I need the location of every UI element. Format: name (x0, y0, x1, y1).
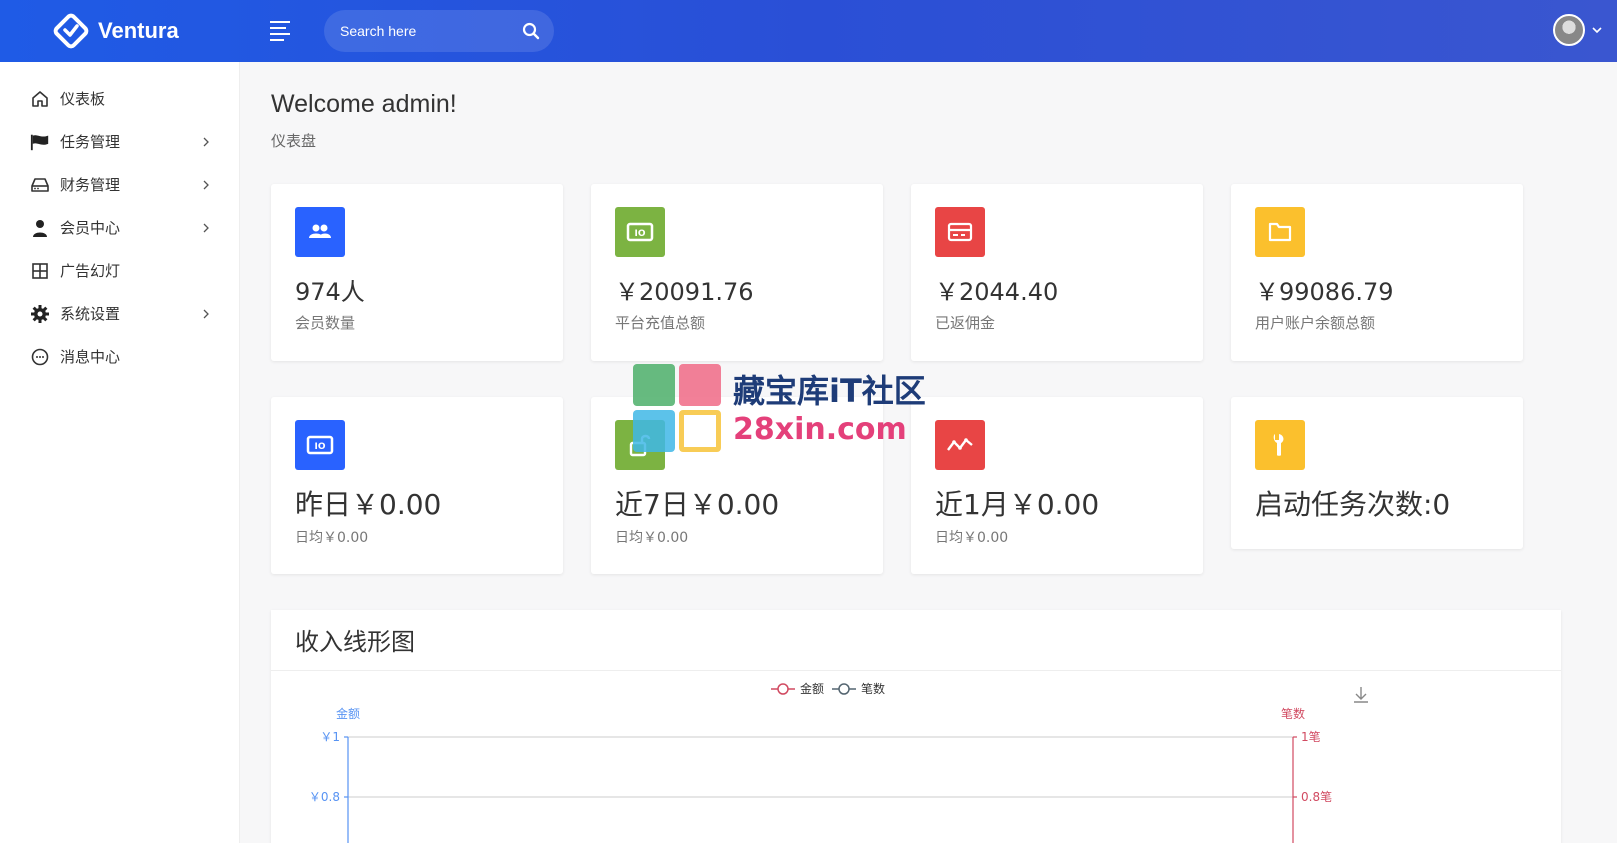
y-tick-label: ￥1 (320, 730, 340, 744)
unlock-icon (615, 420, 665, 470)
gear-icon (30, 304, 50, 324)
period-card-7days: 近7日￥0.00 日均￥0.00 (591, 397, 883, 574)
chevron-right-icon (203, 137, 209, 146)
svg-text:IO: IO (635, 229, 646, 239)
menu-toggle-icon[interactable] (270, 19, 294, 43)
stat-value: ￥99086.79 (1255, 278, 1394, 306)
grid-icon (30, 261, 50, 281)
sidebar-item-messages[interactable]: 消息中心 (0, 335, 239, 378)
flag-icon (30, 132, 50, 152)
period-sub: 日均￥0.00 (935, 530, 1009, 546)
y-tick-label: 1笔 (1301, 729, 1321, 744)
sidebar-item-label: 仪表板 (60, 90, 106, 108)
avatar[interactable] (1553, 14, 1585, 46)
stat-label: 平台充值总额 (615, 314, 706, 332)
sidebar-item-label: 财务管理 (60, 176, 121, 194)
period-card-month: 近1月￥0.00 日均￥0.00 (911, 397, 1203, 574)
stat-value: 974人 (295, 278, 365, 306)
page-title: Welcome admin! (271, 90, 457, 118)
sidebar-item-tasks[interactable]: 任务管理 (0, 120, 239, 163)
sidebar-item-label: 任务管理 (60, 133, 121, 151)
sidebar-item-ads[interactable]: 广告幻灯 (0, 249, 239, 292)
card-icon (935, 207, 985, 257)
period-value: 近7日￥0.00 (615, 488, 780, 521)
y-axis-left-name: 金额 (336, 706, 360, 721)
sidebar-item-settings[interactable]: 系统设置 (0, 292, 239, 335)
sidebar-item-label: 系统设置 (60, 305, 121, 323)
wrench-icon (1255, 420, 1305, 470)
stat-card-recharge: IO ￥20091.76 平台充值总额 (591, 184, 883, 361)
legend-label: 笔数 (861, 681, 885, 696)
y-axis-right-name: 笔数 (1281, 706, 1305, 721)
chevron-right-icon (203, 223, 209, 232)
sidebar-item-dashboard[interactable]: 仪表板 (0, 77, 239, 120)
top-header: Ventura (0, 0, 1617, 62)
period-value: 昨日￥0.00 (295, 488, 442, 521)
period-value: 启动任务次数:0 (1255, 488, 1451, 521)
sidebar-item-label: 广告幻灯 (60, 262, 121, 280)
home-icon (30, 89, 50, 109)
period-sub: 日均￥0.00 (295, 530, 369, 546)
chevron-right-icon (203, 309, 209, 318)
main-content: Welcome admin! 仪表盘 974人 会员数量 IO ￥20091.7… (240, 62, 1617, 843)
sidebar-item-finance[interactable]: 财务管理 (0, 163, 239, 206)
stat-label: 用户账户余额总额 (1255, 314, 1376, 332)
users-icon (295, 207, 345, 257)
period-card-yesterday: IO 昨日￥0.00 日均￥0.00 (271, 397, 563, 574)
breadcrumb: 仪表盘 (271, 132, 317, 150)
stat-card-balance: ￥99086.79 用户账户余额总额 (1231, 184, 1523, 361)
brand-name: Ventura (98, 18, 179, 43)
search-box (324, 10, 554, 52)
sidebar-item-members[interactable]: 会员中心 (0, 206, 239, 249)
period-sub: 日均￥0.00 (615, 530, 689, 546)
chevron-right-icon (203, 180, 209, 189)
sidebar-item-label: 会员中心 (60, 219, 121, 237)
user-icon (30, 218, 50, 238)
logo-icon (52, 12, 90, 50)
stat-card-members: 974人 会员数量 (271, 184, 563, 361)
stat-card-commission: ￥2044.40 已返佣金 (911, 184, 1203, 361)
sidebar: 仪表板 任务管理 财务管理 会员中心 广告幻灯 系统设置 消息中心 (0, 62, 240, 843)
money-icon: IO (615, 207, 665, 257)
legend-item-count[interactable]: 笔数 (832, 681, 885, 696)
income-chart-card: 收入线形图 金额 笔数 金额 笔数 ￥1 ￥0.8 1笔 0.8笔 (271, 610, 1561, 843)
period-value: 近1月￥0.00 (935, 488, 1100, 521)
chart-title: 收入线形图 (295, 628, 415, 656)
sidebar-item-label: 消息中心 (60, 348, 121, 366)
download-icon[interactable] (1354, 687, 1368, 703)
legend-item-amount[interactable]: 金额 (771, 681, 824, 696)
stat-value: ￥2044.40 (935, 278, 1059, 306)
folder-icon (1255, 207, 1305, 257)
trend-icon (935, 420, 985, 470)
y-tick-label: ￥0.8 (309, 790, 340, 804)
search-icon[interactable] (522, 22, 540, 40)
income-line-chart: 金额 笔数 金额 笔数 ￥1 ￥0.8 1笔 0.8笔 (309, 681, 1368, 843)
chat-icon (30, 347, 50, 367)
brand[interactable]: Ventura (0, 0, 240, 62)
drive-icon (30, 175, 50, 195)
y-tick-label: 0.8笔 (1301, 789, 1332, 804)
search-input[interactable] (340, 23, 522, 39)
chevron-down-icon[interactable] (1591, 24, 1603, 36)
legend-label: 金额 (800, 681, 824, 696)
stat-value: ￥20091.76 (615, 278, 754, 306)
period-card-tasks: 启动任务次数:0 (1231, 397, 1523, 549)
money-icon: IO (295, 420, 345, 470)
stat-label: 会员数量 (295, 314, 356, 332)
user-menu[interactable] (1553, 14, 1603, 46)
svg-text:IO: IO (315, 442, 326, 452)
stat-label: 已返佣金 (935, 314, 996, 332)
